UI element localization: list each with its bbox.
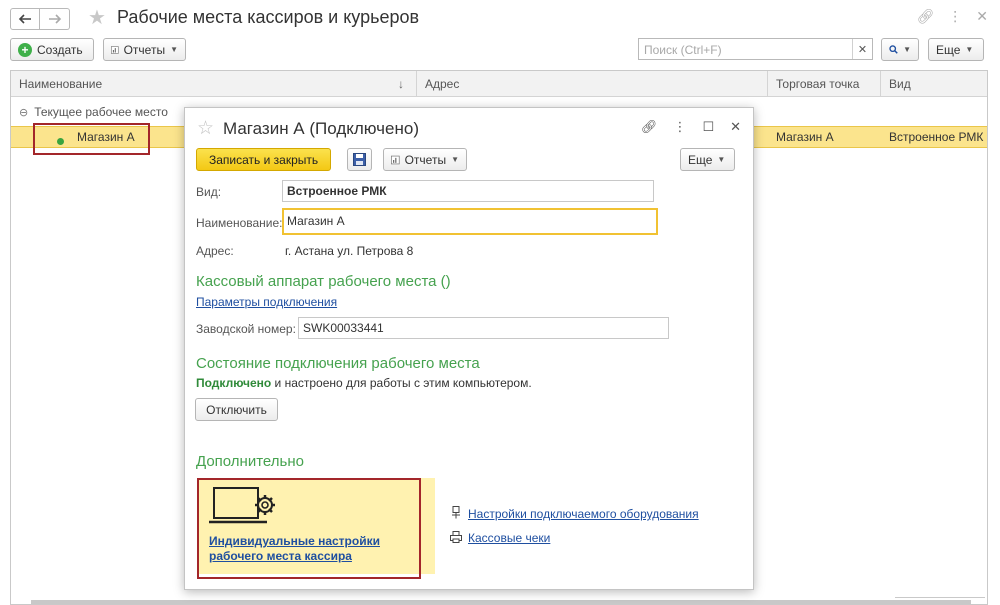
reports-button-label: Отчеты [123, 42, 166, 57]
chevron-down-icon: ▼ [965, 45, 974, 54]
favorite-star-icon[interactable]: ☆ [197, 117, 214, 140]
disconnect-label: Отключить [206, 402, 267, 417]
dialog-reports-button[interactable]: Отчеты ▼ [383, 148, 467, 171]
highlight-frame [33, 123, 150, 155]
report-icon [111, 45, 119, 54]
connection-params-link[interactable]: Параметры подключения [196, 295, 337, 309]
address-value: г. Астана ул. Петрова 8 [285, 244, 414, 258]
close-icon[interactable]: ✕ [976, 8, 988, 25]
page-scroll-controls[interactable] [895, 597, 985, 605]
chevron-down-icon: ▼ [717, 155, 726, 164]
more-button-label: Еще [936, 42, 961, 57]
back-button[interactable] [10, 8, 40, 30]
window-controls: 🔗︎ ⋮ ✕ [916, 8, 988, 25]
table-header: Наименование ↓ Адрес Торговая точка Вид [11, 71, 987, 97]
highlight-frame [197, 478, 421, 579]
clear-search-icon[interactable]: ✕ [852, 39, 872, 59]
row-kind: Встроенное РМК [889, 130, 984, 144]
dialog-reports-label: Отчеты [404, 152, 447, 167]
chevron-down-icon: ▼ [451, 155, 459, 164]
serial-label: Заводской номер: [196, 322, 296, 336]
serial-field[interactable]: SWK00033441 [298, 317, 669, 339]
forward-button[interactable] [40, 8, 70, 30]
state-bold: Подключено [196, 376, 272, 390]
dialog-window-controls: 🔗︎ ⋮ ☐ ✕ [641, 119, 741, 135]
dialog-title: Магазин А (Подключено) [223, 119, 419, 138]
window-title: Рабочие места кассиров и курьеров [117, 7, 420, 27]
kind-field[interactable]: Встроенное РМК [282, 180, 654, 202]
disconnect-button[interactable]: Отключить [195, 398, 278, 421]
dialog-more-label: Еще [688, 152, 713, 167]
create-button-label: Создать [37, 42, 83, 57]
search-placeholder: Поиск (Ctrl+F) [644, 43, 722, 57]
reports-button[interactable]: Отчеты ▼ [103, 38, 186, 61]
chevron-down-icon: ▼ [170, 45, 178, 54]
receipts-link[interactable]: Кассовые чеки [468, 531, 550, 545]
report-icon [391, 155, 400, 164]
serial-value: SWK00033441 [303, 321, 384, 335]
name-label: Наименование: [196, 216, 283, 230]
more-vertical-icon[interactable]: ⋮ [948, 8, 962, 25]
sort-arrow-icon: ↓ [398, 77, 404, 91]
search-input[interactable]: Поиск (Ctrl+F) ✕ [638, 38, 873, 60]
arrow-right-icon [48, 14, 61, 24]
link-icon[interactable]: 🔗︎ [641, 119, 658, 135]
kind-label: Вид: [196, 185, 222, 199]
state-section-title: Состояние подключения рабочего места [196, 355, 480, 372]
group-label: Текущее рабочее место [34, 105, 168, 119]
search-icon [889, 45, 898, 54]
workplace-dialog: ☆ Магазин А (Подключено) 🔗︎ ⋮ ☐ ✕ Записа… [184, 107, 754, 590]
chevron-down-icon: ▼ [903, 45, 911, 54]
extra-section-title: Дополнительно [196, 453, 304, 470]
name-value: Магазин А [287, 214, 345, 228]
more-vertical-icon[interactable]: ⋮ [673, 119, 686, 135]
search-button[interactable]: ▼ [881, 38, 919, 61]
link-icon[interactable]: 🔗︎ [916, 8, 934, 25]
column-header-name[interactable]: Наименование [19, 77, 102, 91]
save-and-close-button[interactable]: Записать и закрыть [196, 148, 332, 171]
equipment-settings-link[interactable]: Настройки подключаемого оборудования [468, 507, 699, 521]
collapse-icon[interactable]: ⊖ [19, 106, 28, 119]
equipment-icon [451, 506, 461, 522]
state-text: Подключено и настроено для работы с этим… [196, 376, 532, 390]
dialog-more-button[interactable]: Еще ▼ [680, 148, 735, 171]
more-button[interactable]: Еще ▼ [928, 38, 984, 61]
horizontal-scrollbar[interactable] [31, 600, 971, 604]
column-header-point[interactable]: Торговая точка [776, 77, 859, 91]
plus-icon: + [18, 42, 32, 57]
favorite-star-icon[interactable]: ★ [88, 8, 106, 28]
floppy-disk-icon [353, 153, 366, 166]
name-field[interactable]: Магазин А [282, 208, 658, 235]
cash-section-title: Кассовый аппарат рабочего места () [196, 273, 451, 290]
save-button[interactable] [347, 148, 372, 171]
save-and-close-label: Записать и закрыть [209, 152, 319, 167]
address-label: Адрес: [196, 244, 234, 258]
row-point: Магазин А [776, 130, 834, 144]
column-header-kind[interactable]: Вид [889, 77, 911, 91]
create-button[interactable]: + Создать [10, 38, 94, 61]
state-rest: и настроено для работы с этим компьютеро… [271, 376, 532, 390]
close-icon[interactable]: ✕ [730, 119, 741, 135]
maximize-icon[interactable]: ☐ [702, 119, 714, 135]
kind-value: Встроенное РМК [287, 184, 387, 198]
column-header-address[interactable]: Адрес [425, 77, 459, 91]
arrow-left-icon [18, 14, 31, 24]
printer-icon [450, 531, 462, 546]
group-row[interactable]: ⊖ Текущее рабочее место [19, 105, 168, 119]
